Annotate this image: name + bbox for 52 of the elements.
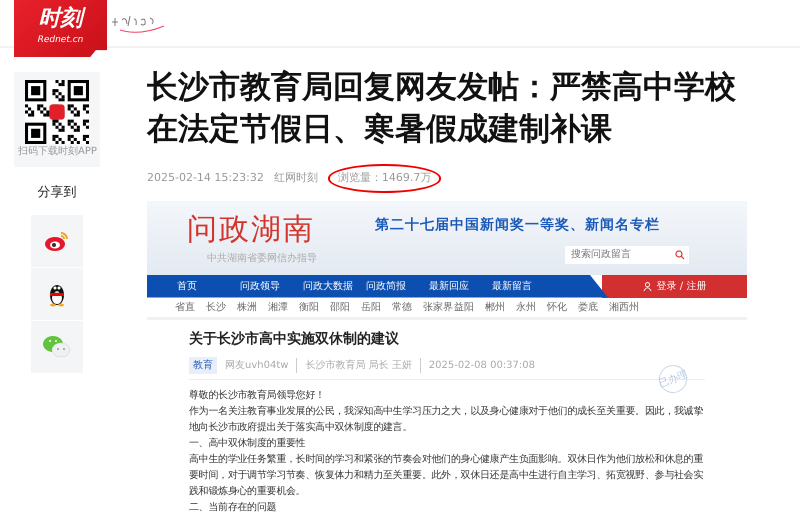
region-link[interactable]: 省直	[175, 300, 206, 314]
post-author: 网友uvh04tw	[225, 358, 288, 372]
logo-text: 时刻	[14, 0, 107, 34]
region-link[interactable]: 郴州	[485, 300, 516, 314]
nav-link[interactable]: 首页	[177, 278, 240, 294]
body-paragraph: 尊敬的长沙市教育局领导您好！	[189, 388, 326, 402]
brand-subtitle: 中共湖南省委网信办指导	[207, 252, 317, 266]
region-link[interactable]: 怀化	[547, 300, 578, 314]
nav-link[interactable]: 问政大数据	[303, 278, 366, 294]
share-label: 分享到	[36, 184, 78, 202]
body-paragraph: 高中生的学业任务繁重，长时间的学习和紧张的节奏会对他们的身心健康产生负面影响。双休日作为他们放松和休息的重要时间，对于调节学习节奏、恢复体力和精力至关重要。此外，双休日还是高中生进行自主学习、拓宽视野、参与社会实践和锻炼身心的重要机会。	[189, 452, 704, 498]
region-link[interactable]: 常德	[392, 300, 423, 314]
publish-date: 2025-02-14 15:23:32	[147, 170, 264, 186]
user-icon	[642, 282, 652, 290]
logo[interactable]: 时刻 Rednet.cn	[14, 0, 107, 57]
region-link[interactable]: 邵阳	[330, 300, 361, 314]
region-link[interactable]: 张家界	[423, 300, 454, 314]
site-brand: 问政湖南	[187, 210, 315, 248]
post-title: 关于长沙市高中实施双休制的建议	[189, 330, 400, 348]
nav-link[interactable]: 最新留言	[492, 278, 555, 294]
region-link[interactable]: 株洲	[237, 300, 268, 314]
category-tag: 教育	[189, 356, 217, 374]
qr-code-icon	[25, 80, 89, 144]
article-title: 长沙市教育局回复网友发帖：严禁高中学校在法定节假日、寒暑假成建制补课	[147, 68, 737, 149]
nav-link[interactable]: 问政简报	[366, 278, 429, 294]
view-count: 浏览量：1469.7万	[328, 164, 442, 192]
post-recipient: 长沙市教育局 局长 王妍	[296, 358, 412, 372]
weibo-icon	[44, 230, 70, 252]
logo-subtitle: Rednet.cn	[36, 34, 84, 47]
qr-caption: 扫码下载时刻APP	[18, 144, 96, 159]
region-link[interactable]: 益阳	[454, 300, 485, 314]
source-name: 红网时刻	[274, 170, 318, 186]
post-time: 2025-02-08 00:37:08	[420, 358, 535, 372]
login-label: 登录 / 注册	[656, 280, 706, 294]
region-link[interactable]: 长沙	[206, 300, 237, 314]
share-button[interactable]	[31, 268, 83, 320]
region-link[interactable]: 娄底	[578, 300, 609, 314]
nav-link[interactable]: 问政领导	[240, 278, 303, 294]
body-paragraph: 一、高中双休制度的重要性	[189, 436, 306, 450]
chat-bubbles-icon	[43, 334, 71, 358]
region-link[interactable]: 衡阳	[299, 300, 330, 314]
region-link[interactable]: 永州	[516, 300, 547, 314]
body-paragraph: 作为一名关注教育事业发展的公民，我深知高中生学习压力之大，以及身心健康对于他们的成长至关重要。因此，我诚挚地向长沙市政府提出关于落实高中双休制度的建言。	[189, 404, 704, 434]
region-link[interactable]: 湘西州	[609, 300, 640, 314]
body-paragraph: 二、当前存在的问题	[189, 500, 278, 514]
region-link[interactable]: 岳阳	[361, 300, 392, 314]
nav-link[interactable]: 最新回应	[429, 278, 492, 294]
login-button[interactable]: 登录 / 注册	[602, 274, 747, 298]
search-field[interactable]: 搜索问政留言	[565, 246, 689, 264]
award-slogan: 第二十七届中国新闻奖一等奖、新闻名专栏	[375, 216, 660, 234]
region-link[interactable]: 湘潭	[268, 300, 299, 314]
search-icon[interactable]	[675, 250, 685, 260]
